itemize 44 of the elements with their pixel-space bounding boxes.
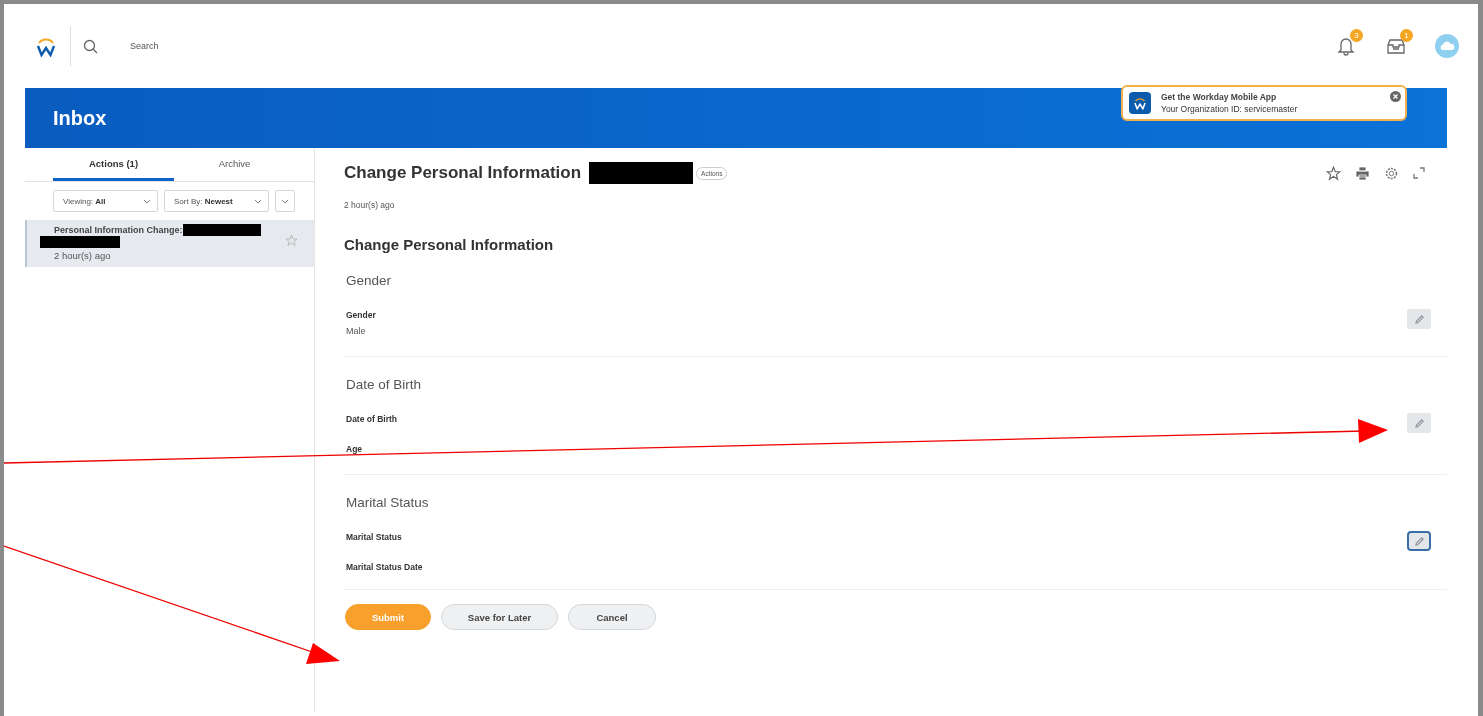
- notification-badge: 3: [1350, 29, 1363, 42]
- chevron-icon: [254, 198, 262, 204]
- chevron-icon: [143, 198, 151, 204]
- pencil-icon: [1413, 313, 1425, 325]
- field-value: Male: [346, 326, 367, 336]
- star-icon[interactable]: [1326, 165, 1341, 181]
- close-icon[interactable]: [1390, 91, 1401, 102]
- popup-title: Get the Workday Mobile App: [1161, 91, 1277, 103]
- search-icon[interactable]: [83, 38, 98, 54]
- field-label: Gender: [346, 310, 376, 320]
- chevron-icon: [281, 198, 289, 204]
- bell-icon[interactable]: [1337, 36, 1355, 56]
- action-button[interactable]: Cancel: [568, 604, 656, 630]
- app-logo-icon: [1129, 92, 1151, 114]
- inbox-badge: 1: [1400, 29, 1413, 42]
- settings-icon[interactable]: [1384, 165, 1399, 181]
- section-title: Gender: [346, 273, 393, 288]
- form-heading: Change Personal Information: [344, 236, 555, 253]
- filter-dropdown[interactable]: Viewing: All: [53, 190, 158, 212]
- task-title: Change Personal Information: [344, 163, 582, 183]
- print-icon[interactable]: [1355, 165, 1370, 181]
- inbox-item[interactable]: Personal Information Change: 2 hour(s) ago: [25, 220, 314, 267]
- section-title: Date of Birth: [346, 377, 423, 392]
- popup-subtitle: Your Organization ID: servicemaster: [1161, 103, 1298, 115]
- tab[interactable]: Actions (1): [53, 148, 174, 181]
- field-label: Date of Birth: [346, 414, 397, 424]
- field-label: Marital Status Date: [346, 562, 423, 572]
- page-title: Inbox: [53, 106, 107, 130]
- tab[interactable]: Archive: [174, 148, 295, 181]
- pencil-icon: [1413, 535, 1425, 547]
- expand-icon[interactable]: [1413, 167, 1425, 179]
- field-label: Marital Status: [346, 532, 402, 542]
- pencil-icon: [1413, 417, 1425, 429]
- logo-icon[interactable]: [35, 35, 57, 57]
- inbox-icon[interactable]: [1386, 37, 1406, 55]
- item-time: 2 hour(s) ago: [54, 250, 112, 261]
- item-title: Personal Information Change:: [54, 225, 183, 235]
- task-time: 2 hour(s) ago: [344, 200, 396, 210]
- section-title: Marital Status: [346, 495, 430, 510]
- filter-dropdown[interactable]: Sort By: Newest: [164, 190, 269, 212]
- edit-button[interactable]: [1407, 531, 1431, 551]
- field-label: Age: [346, 444, 363, 454]
- action-button[interactable]: Save for Later: [441, 604, 558, 630]
- star-icon[interactable]: [285, 234, 298, 247]
